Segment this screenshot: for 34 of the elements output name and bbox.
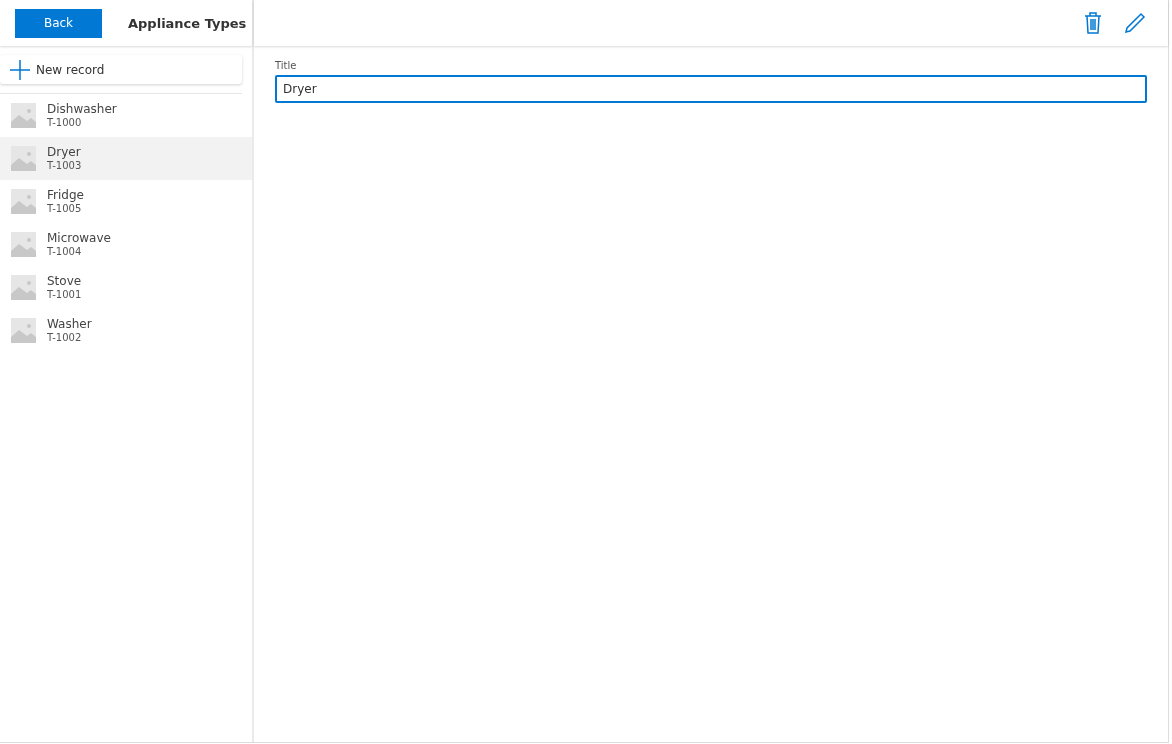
image-placeholder-icon [11, 275, 36, 300]
list-item[interactable]: Microwave T-1004 [0, 223, 252, 266]
image-placeholder-icon [11, 232, 36, 257]
field-label: Title [275, 60, 298, 71]
list-item[interactable]: Fridge T-1005 [0, 180, 252, 223]
delete-button[interactable] [1084, 12, 1102, 34]
item-name: Dryer [47, 145, 82, 160]
title-input[interactable]: Dryer [275, 75, 1147, 103]
item-code: T-1001 [47, 289, 82, 301]
item-name: Washer [47, 317, 92, 332]
item-name: Stove [47, 274, 82, 289]
back-button[interactable]: Back [15, 8, 102, 38]
trash-icon [1084, 12, 1102, 34]
new-record-button[interactable]: New record [0, 55, 242, 84]
list-item[interactable]: Washer T-1002 [0, 309, 252, 352]
item-name: Fridge [47, 188, 84, 203]
image-placeholder-icon [11, 103, 36, 128]
list-item[interactable]: Dryer T-1003 [0, 137, 252, 180]
edit-button[interactable] [1124, 12, 1146, 34]
list-item[interactable]: Dishwasher T-1000 [0, 94, 252, 137]
image-placeholder-icon [11, 146, 36, 171]
item-code: T-1002 [47, 332, 83, 344]
plus-icon [10, 59, 30, 80]
item-name: Microwave [47, 231, 111, 246]
item-code: T-1005 [47, 203, 83, 215]
item-code: T-1004 [47, 246, 83, 258]
item-code: T-1003 [47, 160, 82, 172]
pencil-icon [1124, 12, 1146, 34]
page-title: Appliance Types [128, 15, 247, 31]
image-placeholder-icon [11, 318, 36, 343]
item-code: T-1000 [47, 117, 83, 129]
item-name: Dishwasher [47, 102, 117, 117]
list-item[interactable]: Stove T-1001 [0, 266, 252, 309]
image-placeholder-icon [11, 189, 36, 214]
